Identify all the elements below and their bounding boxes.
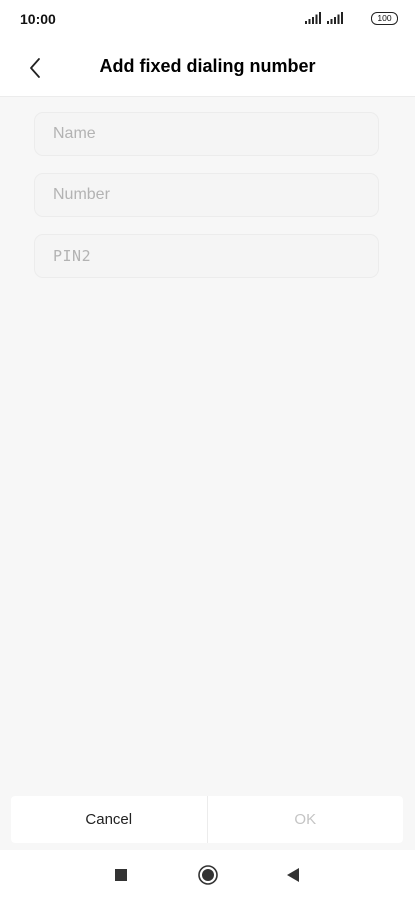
page-title: Add fixed dialing number xyxy=(99,56,316,76)
name-input[interactable] xyxy=(34,112,379,156)
pin2-input[interactable] xyxy=(34,234,379,278)
back-triangle-icon xyxy=(287,868,299,882)
battery-level: 100 xyxy=(377,13,392,23)
signal-icon xyxy=(305,12,321,24)
number-input[interactable] xyxy=(34,173,379,217)
home-button[interactable] xyxy=(195,862,221,888)
recents-square-icon xyxy=(115,869,127,881)
signal-icon xyxy=(327,12,343,24)
app-header: Add fixed dialing number xyxy=(0,40,415,97)
status-bar: 10:00 100 xyxy=(0,0,415,40)
system-nav-bar xyxy=(0,850,415,900)
nav-back-button[interactable] xyxy=(280,862,306,888)
form-content xyxy=(0,97,415,795)
recents-button[interactable] xyxy=(108,862,134,888)
action-bar: Cancel OK xyxy=(11,796,403,843)
home-circle-icon xyxy=(198,865,218,885)
status-time: 10:00 xyxy=(20,11,56,27)
cancel-button[interactable]: Cancel xyxy=(11,796,207,843)
ok-button[interactable]: OK xyxy=(208,796,404,843)
battery-icon: 100 xyxy=(371,12,398,25)
